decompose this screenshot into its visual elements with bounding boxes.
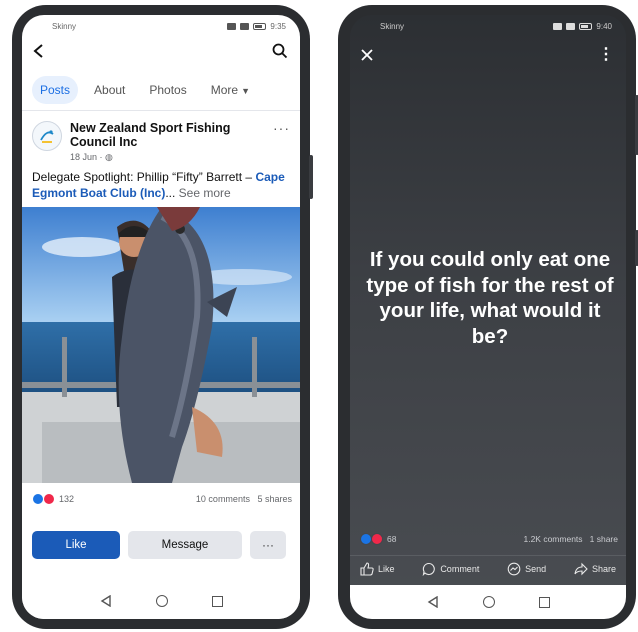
reaction-count: 68 <box>387 534 397 544</box>
facebook-page-screen: Skinny 9:35 Posts About Photos More ▼ Ne… <box>22 15 300 619</box>
comment-bubble-icon <box>423 562 436 576</box>
tab-about[interactable]: About <box>86 76 133 104</box>
phone-right: Skinny 9:40 ⋮ If you could only eat one … <box>338 5 638 629</box>
fish-photo-image <box>22 207 300 484</box>
send-action-label: Send <box>525 564 547 574</box>
share-arrow-icon <box>574 562 588 576</box>
comment-action-label: Comment <box>440 564 480 574</box>
love-reaction-icon <box>371 533 383 545</box>
nav-back-icon[interactable] <box>427 596 439 608</box>
nav-back-icon[interactable] <box>100 595 112 607</box>
see-more-link[interactable]: See more <box>175 186 231 200</box>
story-question-text: If you could only eat one type of fish f… <box>366 248 614 348</box>
comment-action[interactable]: Comment <box>422 562 479 576</box>
post-header: New Zealand Sport Fishing Council Inc 18… <box>22 111 300 167</box>
carrier-label: Skinny <box>380 21 405 31</box>
globe-icon: ◍ <box>105 151 113 162</box>
carrier-label: Skinny <box>52 21 77 31</box>
page-header <box>22 37 300 69</box>
story-reactions-summary[interactable]: 68 1.2K comments 1 share <box>350 533 626 545</box>
post-text: Delegate Spotlight: Phillip “Fifty” Barr… <box>22 167 300 207</box>
post-photo[interactable] <box>22 207 300 484</box>
close-icon[interactable] <box>360 48 374 62</box>
tab-photos[interactable]: Photos <box>141 76 194 104</box>
shares-count[interactable]: 1 share <box>590 534 618 544</box>
nav-recents-icon[interactable] <box>538 596 550 608</box>
page-actions: Like Message ··· <box>22 513 300 560</box>
post-text-ellipsis: ... <box>165 185 176 200</box>
system-nav-bar <box>350 585 626 619</box>
more-options-button[interactable]: ··· <box>250 531 286 560</box>
like-button[interactable]: Like <box>32 531 120 560</box>
messenger-icon <box>507 562 521 576</box>
tab-posts[interactable]: Posts <box>32 75 79 104</box>
volume-button <box>309 155 313 199</box>
like-action-label: Like <box>378 564 395 574</box>
thumbs-up-icon <box>360 562 374 576</box>
share-action-label: Share <box>591 564 616 574</box>
reactions-summary[interactable]: 132 10 comments 5 shares <box>22 483 300 513</box>
send-action[interactable]: Send <box>507 562 546 576</box>
club-logo-icon <box>40 130 54 143</box>
post-text-prefix: Delegate Spotlight: Phillip “Fifty” Barr… <box>32 169 256 184</box>
phone-left: Skinny 9:35 Posts About Photos More ▼ Ne… <box>12 5 313 629</box>
comments-count[interactable]: 1.2K comments <box>523 534 582 544</box>
kebab-menu-icon[interactable]: ⋮ <box>598 47 614 63</box>
search-icon[interactable] <box>272 43 288 64</box>
mute-icon <box>566 22 576 30</box>
post-options-icon[interactable]: ··· <box>273 121 290 163</box>
nav-home-icon[interactable] <box>482 596 495 608</box>
story-screen: Skinny 9:40 ⋮ If you could only eat one … <box>350 15 626 619</box>
page-tabs: Posts About Photos More ▼ <box>22 69 300 111</box>
story-action-bar: Like Comment Send Share <box>350 555 626 582</box>
back-arrow-icon[interactable] <box>32 43 46 64</box>
comments-count[interactable]: 10 comments <box>196 494 250 504</box>
love-reaction-icon <box>43 493 55 506</box>
story-header: ⋮ <box>350 37 626 73</box>
tab-more-label: More <box>210 82 239 97</box>
status-bar: Skinny 9:35 <box>22 15 300 37</box>
nfc-icon <box>227 22 237 30</box>
shares-count[interactable]: 5 shares <box>257 494 292 504</box>
battery-icon <box>253 22 267 30</box>
status-time: 9:40 <box>596 21 612 31</box>
reaction-count: 132 <box>59 494 75 505</box>
tab-more[interactable]: More ▼ <box>203 76 258 104</box>
system-nav-bar <box>22 583 300 619</box>
status-bar: Skinny 9:40 <box>350 15 626 37</box>
battery-icon <box>579 22 593 30</box>
status-time: 9:35 <box>270 21 286 31</box>
nav-home-icon[interactable] <box>155 595 168 607</box>
page-avatar[interactable] <box>32 121 62 151</box>
mute-icon <box>240 22 250 30</box>
post-date: 18 Jun · ◍ <box>70 152 265 163</box>
message-button[interactable]: Message <box>128 531 242 560</box>
post-date-text: 18 Jun · <box>70 151 106 162</box>
page-name[interactable]: New Zealand Sport Fishing Council Inc <box>70 121 265 150</box>
caret-down-icon: ▼ <box>241 85 250 96</box>
share-action[interactable]: Share <box>574 562 616 576</box>
nfc-icon <box>553 22 563 30</box>
like-action[interactable]: Like <box>360 562 395 576</box>
nav-recents-icon[interactable] <box>211 595 223 607</box>
